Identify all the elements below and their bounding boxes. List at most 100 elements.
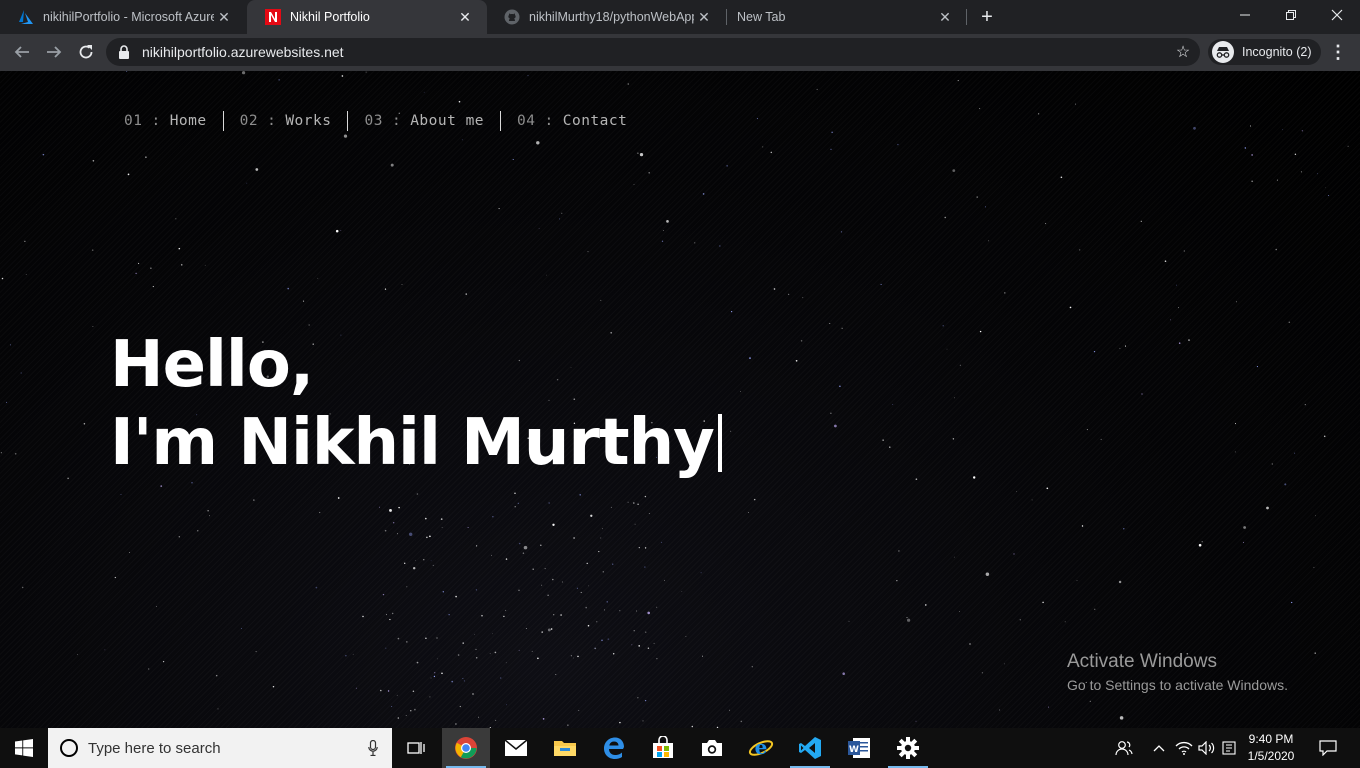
tab-close-icon[interactable]: ✕ — [694, 7, 714, 27]
star — [816, 88, 818, 90]
close-window-button[interactable] — [1314, 0, 1360, 30]
star — [762, 146, 764, 148]
camera-taskbar-button[interactable] — [688, 728, 736, 768]
browser-menu-button[interactable]: ⋮ — [1328, 42, 1348, 62]
star — [848, 620, 850, 622]
star — [1045, 223, 1047, 225]
tab-close-icon[interactable]: ✕ — [455, 7, 475, 27]
star — [600, 299, 602, 301]
nav-home[interactable]: 01 : Home — [116, 113, 215, 129]
star — [522, 552, 525, 554]
tab-azure[interactable]: nikihilPortfolio - Microsoft Azure ✕ — [0, 0, 246, 34]
volume-button[interactable] — [1196, 728, 1218, 768]
settings-taskbar-button[interactable] — [884, 728, 932, 768]
ie-taskbar-button[interactable]: e — [737, 728, 785, 768]
star — [639, 152, 644, 157]
taskbar-search-box[interactable]: Type here to search — [48, 728, 392, 768]
star — [1016, 491, 1017, 493]
star — [648, 512, 650, 514]
nav-contact[interactable]: 04 : Contact — [509, 113, 635, 129]
tab-nikhil-portfolio[interactable]: Nikhil Portfolio ✕ — [247, 0, 487, 34]
chrome-taskbar-button[interactable] — [442, 728, 490, 768]
star — [1178, 307, 1179, 309]
star — [92, 160, 95, 162]
star — [552, 578, 554, 581]
star — [560, 614, 562, 616]
star — [178, 536, 180, 538]
star — [587, 251, 589, 253]
star — [114, 576, 116, 579]
star — [77, 654, 78, 655]
mail-taskbar-button[interactable] — [492, 728, 540, 768]
star — [523, 545, 528, 550]
star — [451, 680, 454, 683]
star — [512, 158, 514, 161]
new-tab-button[interactable]: + — [975, 5, 999, 29]
star — [662, 230, 664, 231]
tab-new-tab[interactable]: New Tab ✕ — [727, 0, 967, 34]
tab-close-icon[interactable]: ✕ — [935, 7, 955, 27]
star — [410, 710, 412, 712]
azure-icon — [18, 9, 34, 25]
task-view-button[interactable] — [392, 728, 440, 768]
star — [386, 614, 387, 616]
star — [607, 638, 610, 640]
star — [598, 551, 600, 553]
reload-button[interactable] — [72, 38, 100, 66]
vscode-taskbar-button[interactable] — [786, 728, 834, 768]
taskbar-clock[interactable]: 9:40 PM 1/5/2020 — [1240, 731, 1302, 765]
star — [756, 118, 758, 120]
action-center-button[interactable] — [1310, 728, 1346, 768]
windows-taskbar: Type here to search e W 9:40 PM 1/5/2020 — [0, 728, 1360, 768]
star — [414, 708, 416, 711]
back-button[interactable] — [8, 38, 36, 66]
minimize-button[interactable] — [1222, 0, 1268, 30]
star — [892, 404, 894, 405]
start-button[interactable] — [0, 728, 48, 768]
star — [494, 651, 497, 654]
star — [138, 262, 140, 265]
nav-about-me[interactable]: 03 : About me — [356, 113, 492, 129]
star — [896, 580, 898, 582]
tab-github[interactable]: nikhilMurthy18/pythonWebApp ✕ — [486, 0, 726, 34]
restore-button[interactable] — [1268, 0, 1314, 30]
star — [1271, 463, 1273, 465]
edge-taskbar-button[interactable] — [590, 728, 638, 768]
people-button[interactable] — [1112, 728, 1136, 768]
browser-toolbar: nikihilportfolio.azurewebsites.net ☆ Inc… — [0, 34, 1360, 71]
star — [423, 559, 425, 561]
tab-close-icon[interactable]: ✕ — [214, 7, 234, 27]
star — [644, 699, 647, 702]
word-icon: W — [848, 738, 870, 758]
star — [1048, 706, 1049, 708]
star — [341, 75, 344, 77]
file-explorer-taskbar-button[interactable] — [541, 728, 589, 768]
microphone-icon[interactable] — [368, 740, 378, 756]
incognito-badge[interactable]: Incognito (2) — [1208, 39, 1322, 65]
search-placeholder: Type here to search — [88, 739, 221, 757]
star — [1323, 435, 1326, 438]
star — [448, 614, 450, 616]
star — [753, 498, 756, 501]
bookmark-star-icon[interactable]: ☆ — [1174, 43, 1192, 61]
star — [423, 91, 425, 93]
nav-works[interactable]: 02 : Works — [232, 113, 340, 129]
star — [481, 614, 483, 617]
svg-text:e: e — [755, 736, 768, 759]
input-method-button[interactable] — [1220, 728, 1238, 768]
star — [802, 297, 804, 299]
forward-button[interactable] — [40, 38, 68, 66]
address-bar[interactable]: nikihilportfolio.azurewebsites.net ☆ — [106, 38, 1200, 66]
network-button[interactable] — [1174, 728, 1194, 768]
lock-icon — [119, 45, 129, 59]
star — [24, 240, 26, 242]
star — [1276, 179, 1278, 181]
store-taskbar-button[interactable] — [639, 728, 687, 768]
nav-separator: : — [267, 113, 277, 129]
show-hidden-icons-button[interactable] — [1150, 728, 1168, 768]
star — [969, 643, 971, 645]
notification-icon — [1319, 740, 1337, 756]
star — [1301, 130, 1304, 132]
star — [525, 627, 527, 630]
word-taskbar-button[interactable]: W — [835, 728, 883, 768]
